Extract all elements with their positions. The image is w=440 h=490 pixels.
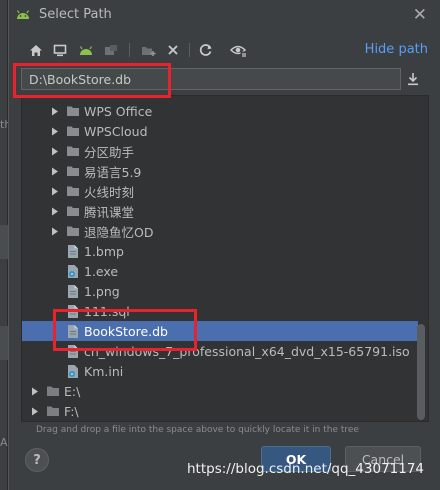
arrow-spacer xyxy=(50,365,60,377)
file-tree[interactable]: WPS Office WPSCloud 分区助手易语言5.9 火线时刻腾讯课堂退隐鱼忆… xyxy=(21,95,429,422)
tree-row-label: 1.exe xyxy=(84,263,119,279)
background-window-strip: th A xyxy=(0,0,11,490)
android-icon xyxy=(15,8,31,23)
arrow-spacer xyxy=(50,305,60,317)
tree-row-label: 分区助手 xyxy=(84,144,135,160)
tree-row[interactable]: 分区助手 xyxy=(22,141,418,161)
tree-row[interactable]: E:\ xyxy=(22,381,418,401)
expand-arrow-icon[interactable] xyxy=(50,185,60,197)
file-icon xyxy=(66,283,80,299)
file-icon xyxy=(66,323,80,339)
help-button[interactable]: ? xyxy=(25,448,49,472)
android-icon[interactable] xyxy=(77,41,95,59)
folder-icon xyxy=(66,203,80,219)
tree-row-label: 火线时刻 xyxy=(84,184,135,200)
tree-scrollbar[interactable] xyxy=(417,324,425,420)
arrow-spacer xyxy=(50,325,60,337)
file-icon xyxy=(66,303,80,319)
folder-icon xyxy=(66,223,80,239)
tree-row-label: 退隐鱼忆OD xyxy=(84,224,154,240)
expand-arrow-icon[interactable] xyxy=(50,205,60,217)
arrow-spacer xyxy=(50,285,60,297)
folder-icon xyxy=(66,143,80,159)
tree-row-label: WPSCloud xyxy=(84,123,148,139)
expand-arrow-icon[interactable] xyxy=(30,405,40,417)
drive-icon xyxy=(46,403,60,419)
tree-row-label: Km.ini xyxy=(84,363,124,379)
folder-icon xyxy=(66,103,80,119)
new-folder-icon[interactable] xyxy=(139,41,157,59)
expand-arrow-icon[interactable] xyxy=(50,165,60,177)
tree-row[interactable]: Km.ini xyxy=(22,361,418,381)
tree-row-label: BookStore.db xyxy=(84,323,168,339)
delete-icon[interactable] xyxy=(164,41,182,59)
tree-row-label: F:\ xyxy=(64,403,79,419)
arrow-spacer xyxy=(50,245,60,257)
background-text-fragment: A xyxy=(0,436,8,449)
tree-row-label: 腾讯课堂 xyxy=(84,204,135,220)
tree-row[interactable]: 退隐鱼忆OD xyxy=(22,221,418,241)
tree-row-label: cn_windows_7_professional_x64_dvd_x15-65… xyxy=(84,343,410,359)
ok-button[interactable]: OK xyxy=(261,446,331,472)
file-icon xyxy=(66,243,80,259)
home-icon[interactable] xyxy=(27,41,45,59)
module-icon[interactable] xyxy=(102,41,120,59)
tree-row-label: 1.png xyxy=(84,283,120,299)
tree-row[interactable]: F:\ xyxy=(22,401,418,421)
arrow-spacer xyxy=(50,345,60,357)
refresh-icon[interactable] xyxy=(197,41,215,59)
download-icon[interactable] xyxy=(405,70,421,88)
expand-arrow-icon[interactable] xyxy=(50,125,60,137)
path-field[interactable] xyxy=(21,68,401,90)
expand-arrow-icon[interactable] xyxy=(30,385,40,397)
drag-drop-hint: Drag and drop a file into the space abov… xyxy=(36,425,359,435)
tree-row[interactable]: WPSCloud xyxy=(22,121,418,141)
tree-row-label: E:\ xyxy=(64,383,81,399)
title-bar: Select Path ✕ xyxy=(9,0,440,30)
tree-row[interactable]: 1.exe xyxy=(22,261,418,281)
tree-row[interactable]: 易语言5.9 xyxy=(22,161,418,181)
tree-row-label: WPS Office xyxy=(84,103,153,119)
arrow-spacer xyxy=(50,265,60,277)
dialog-title: Select Path xyxy=(39,7,112,22)
cancel-button[interactable]: Cancel xyxy=(345,446,421,472)
expand-arrow-icon[interactable] xyxy=(50,105,60,117)
toolbar-separator xyxy=(189,43,190,57)
show-hidden-icon[interactable] xyxy=(230,41,248,59)
tree-row[interactable]: cn_windows_7_professional_x64_dvd_x15-65… xyxy=(22,341,418,361)
hide-path-link[interactable]: Hide path xyxy=(365,42,428,57)
close-icon[interactable]: ✕ xyxy=(413,5,427,25)
tree-row-label: 111.sql xyxy=(84,303,130,319)
folder-icon xyxy=(66,183,80,199)
tree-row[interactable]: 1.png xyxy=(22,281,418,301)
folder-icon xyxy=(66,163,80,179)
expand-arrow-icon[interactable] xyxy=(50,145,60,157)
tree-row[interactable]: 111.sql xyxy=(22,301,418,321)
select-path-dialog: Select Path ✕ Hide path D:\BookStore.db … xyxy=(8,0,440,490)
file-icon xyxy=(66,363,80,379)
background-block xyxy=(0,225,8,259)
tree-row[interactable]: 1.bmp xyxy=(22,241,418,261)
tree-row[interactable]: 腾讯课堂 xyxy=(22,201,418,221)
file-icon xyxy=(66,263,80,279)
tree-row[interactable]: WPS Office xyxy=(22,101,418,121)
expand-arrow-icon[interactable] xyxy=(50,225,60,237)
tree-row[interactable]: 火线时刻 xyxy=(22,181,418,201)
tree-row-label: 易语言5.9 xyxy=(84,164,142,180)
folder-icon xyxy=(66,123,80,139)
desktop-icon[interactable] xyxy=(51,41,69,59)
tree-row-label: 1.bmp xyxy=(84,243,124,259)
file-icon xyxy=(66,343,80,359)
drive-icon xyxy=(46,383,60,399)
tree-row-selected[interactable]: BookStore.db xyxy=(22,321,418,341)
path-input[interactable] xyxy=(22,69,400,89)
background-block xyxy=(0,326,8,360)
toolbar-separator xyxy=(129,43,130,57)
